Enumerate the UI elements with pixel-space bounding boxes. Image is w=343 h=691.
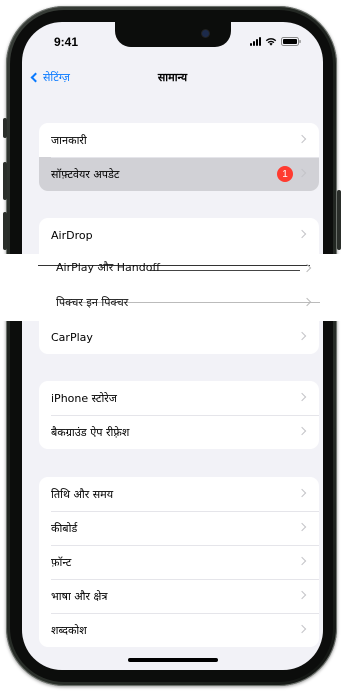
home-indicator[interactable]: [128, 658, 218, 662]
status-time: 9:41: [54, 35, 79, 49]
chevron-right-icon: [297, 624, 307, 634]
row-label: पिक्चर इन पिक्चर: [56, 295, 129, 309]
chevron-right-icon: [297, 426, 307, 436]
notification-badge: 1: [277, 166, 293, 182]
row-label: बैकग्राउंड ऐप रीफ़्रेश: [51, 425, 130, 439]
navigation-bar: सेटिंग्ज़ सामान्य: [22, 66, 323, 90]
battery-icon: [281, 37, 301, 46]
silent-switch: [3, 118, 7, 138]
row-date-time[interactable]: तिथि और समय: [39, 477, 319, 511]
row-label: iPhone स्टोरेज: [51, 391, 117, 405]
settings-group-info: जानकारी सॉफ़्टवेयर अपडेट 1: [39, 123, 319, 191]
chevron-right-icon: [297, 522, 307, 532]
row-label: तिथि और समय: [51, 487, 114, 501]
row-airdrop[interactable]: AirDrop: [39, 218, 319, 252]
wifi-icon: [265, 37, 277, 46]
row-label: सॉफ़्टवेयर अपडेट: [51, 167, 120, 181]
chevron-right-icon: [297, 590, 307, 600]
row-label: कीबोर्ड: [51, 521, 78, 535]
chevron-right-icon: [297, 556, 307, 566]
chevron-right-icon: [302, 297, 312, 307]
row-label: CarPlay: [51, 330, 93, 344]
screen: 9:41 सेटिंग्ज़ सामान्य जानकारी सॉफ़्टवेय…: [22, 22, 323, 670]
cellular-signal-icon: [250, 37, 261, 46]
status-bar: 9:41: [22, 22, 323, 62]
row-fonts[interactable]: फ़ॉन्ट: [39, 545, 319, 579]
status-icons: [250, 37, 301, 46]
row-dictionary[interactable]: शब्दकोश: [39, 613, 319, 647]
row-iphone-storage[interactable]: iPhone स्टोरेज: [39, 381, 319, 415]
chevron-right-icon: [297, 488, 307, 498]
row-label: फ़ॉन्ट: [51, 555, 72, 569]
settings-group-storage: iPhone स्टोरेज बैकग्राउंड ऐप रीफ़्रेश: [39, 381, 319, 449]
row-label: शब्दकोश: [51, 623, 87, 637]
row-airplay-handoff[interactable]: AirPlay और Handoff: [56, 258, 160, 276]
row-label: जानकारी: [51, 133, 87, 147]
chevron-right-icon: [297, 392, 307, 402]
page-title: सामान्य: [157, 71, 188, 84]
chevron-right-icon: [297, 134, 307, 144]
glitch-line: [150, 270, 300, 271]
chevron-right-icon: [297, 331, 307, 341]
chevron-right-icon: [297, 229, 307, 239]
row-about[interactable]: जानकारी: [39, 123, 319, 157]
row-carplay[interactable]: CarPlay: [39, 320, 319, 354]
chevron-right-icon: [297, 168, 307, 178]
power-button: [337, 190, 341, 250]
volume-down-button: [3, 212, 7, 250]
row-keyboard[interactable]: कीबोर्ड: [39, 511, 319, 545]
row-label: भाषा और क्षेत्र: [51, 589, 108, 603]
row-label: AirDrop: [51, 228, 93, 242]
row-language-region[interactable]: भाषा और क्षेत्र: [39, 579, 319, 613]
row-software-update[interactable]: सॉफ़्टवेयर अपडेट 1: [39, 157, 319, 191]
settings-group-locale: तिथि और समय कीबोर्ड फ़ॉन्ट भाषा और क्षेत…: [39, 477, 319, 647]
row-picture-in-picture[interactable]: पिक्चर इन पिक्चर: [56, 293, 128, 311]
row-label: AirPlay और Handoff: [56, 260, 161, 274]
row-background-app-refresh[interactable]: बैकग्राउंड ऐप रीफ़्रेश: [39, 415, 319, 449]
render-glitch-band: AirPlay और Handoff पिक्चर इन पिक्चर: [0, 254, 343, 321]
volume-up-button: [3, 162, 7, 200]
